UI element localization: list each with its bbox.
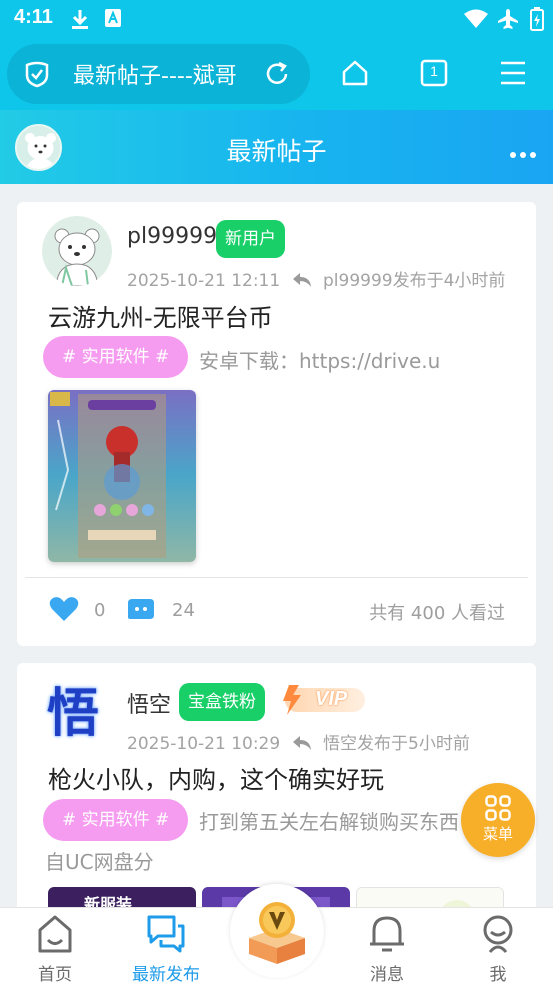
- post-excerpt-continued: 自UC网盘分: [45, 850, 154, 874]
- post-publish-info: pl99999发布于4小时前: [323, 271, 506, 291]
- reload-icon[interactable]: [263, 60, 291, 92]
- bell-icon: [368, 914, 406, 958]
- user-avatar[interactable]: 悟: [45, 681, 111, 747]
- nav-item-messages[interactable]: 消息: [342, 908, 432, 983]
- user-avatar[interactable]: [42, 216, 112, 286]
- post-publish-info: 悟空发布于5小时前: [323, 734, 470, 754]
- home-icon: [37, 914, 73, 958]
- more-options-icon[interactable]: [510, 144, 536, 163]
- tab-count: 1: [430, 63, 438, 79]
- reply-arrow-icon: [292, 272, 312, 293]
- post-meta: 2025-10-21 12:11 pl99999发布于4小时前: [127, 266, 505, 293]
- status-time: 4:11: [14, 6, 53, 28]
- status-bar: 4:11: [0, 0, 553, 38]
- shield-check-icon[interactable]: [23, 60, 51, 92]
- like-heart-icon[interactable]: [49, 596, 79, 626]
- nav-label: 最新发布: [132, 965, 200, 983]
- nav-label: 我: [489, 965, 507, 983]
- nav-item-me[interactable]: 我: [453, 908, 543, 983]
- grid-menu-icon: [485, 795, 511, 825]
- tabs-button[interactable]: 1: [420, 58, 448, 92]
- treasure-box-icon: [245, 898, 309, 970]
- nav-label: 消息: [370, 965, 404, 983]
- card-divider: [25, 577, 528, 578]
- chat-bubbles-icon: [146, 914, 186, 958]
- user-badge: 宝盒铁粉: [179, 683, 265, 721]
- page-url-title[interactable]: 最新帖子----斌哥: [73, 58, 249, 90]
- address-bar[interactable]: 最新帖子----斌哥: [7, 44, 310, 104]
- post-image-thumbnail[interactable]: [48, 390, 196, 562]
- wifi-icon: [464, 9, 488, 33]
- home-icon[interactable]: [340, 58, 370, 92]
- vip-badge: VIP: [279, 683, 369, 717]
- airplane-mode-icon: [497, 8, 519, 34]
- vip-center-button[interactable]: [230, 884, 324, 978]
- fab-label: 菜单: [482, 825, 513, 843]
- user-profile-icon: [481, 914, 515, 958]
- like-count: 0: [94, 600, 106, 621]
- post-username[interactable]: pl99999: [127, 224, 217, 249]
- download-icon: [70, 8, 90, 34]
- avatar-character: 悟: [47, 684, 100, 744]
- post-timestamp: 2025-10-21 12:11: [127, 271, 281, 291]
- view-count: 共有 400 人看过: [369, 603, 505, 624]
- nav-item-latest[interactable]: 最新发布: [121, 908, 211, 983]
- menu-fab-button[interactable]: 菜单: [461, 783, 535, 857]
- nav-item-home[interactable]: 首页: [10, 908, 100, 983]
- reply-arrow-icon: [292, 735, 312, 756]
- post-card[interactable]: pl99999 新用户 2025-10-21 12:11 pl99999发布于4…: [17, 202, 536, 646]
- post-excerpt: 打到第五关左右解锁购买东西: [199, 810, 459, 834]
- page-header: 最新帖子: [0, 110, 553, 184]
- post-title[interactable]: 云游九州-无限平台币: [48, 298, 273, 333]
- app-notification-icon: [104, 8, 122, 32]
- post-title[interactable]: 枪火小队，内购，这个确实好玩: [48, 760, 384, 795]
- page-title: 最新帖子: [226, 137, 327, 166]
- comment-count: 24: [172, 600, 195, 621]
- post-username[interactable]: 悟空: [127, 687, 171, 719]
- post-excerpt: 安卓下载：https://drive.u: [199, 349, 441, 373]
- post-tag[interactable]: # 实用软件 #: [43, 336, 189, 378]
- comment-icon[interactable]: [127, 597, 155, 627]
- post-meta: 2025-10-21 10:29 悟空发布于5小时前: [127, 729, 470, 756]
- post-timestamp: 2025-10-21 10:29: [127, 734, 281, 754]
- browser-toolbar: 最新帖子----斌哥 1: [0, 38, 553, 110]
- user-badge: 新用户: [216, 220, 285, 258]
- battery-icon: [530, 7, 544, 35]
- menu-icon[interactable]: [499, 60, 527, 90]
- post-tag[interactable]: # 实用软件 #: [43, 799, 189, 841]
- nav-label: 首页: [38, 965, 72, 983]
- vip-label: VIP: [315, 688, 348, 710]
